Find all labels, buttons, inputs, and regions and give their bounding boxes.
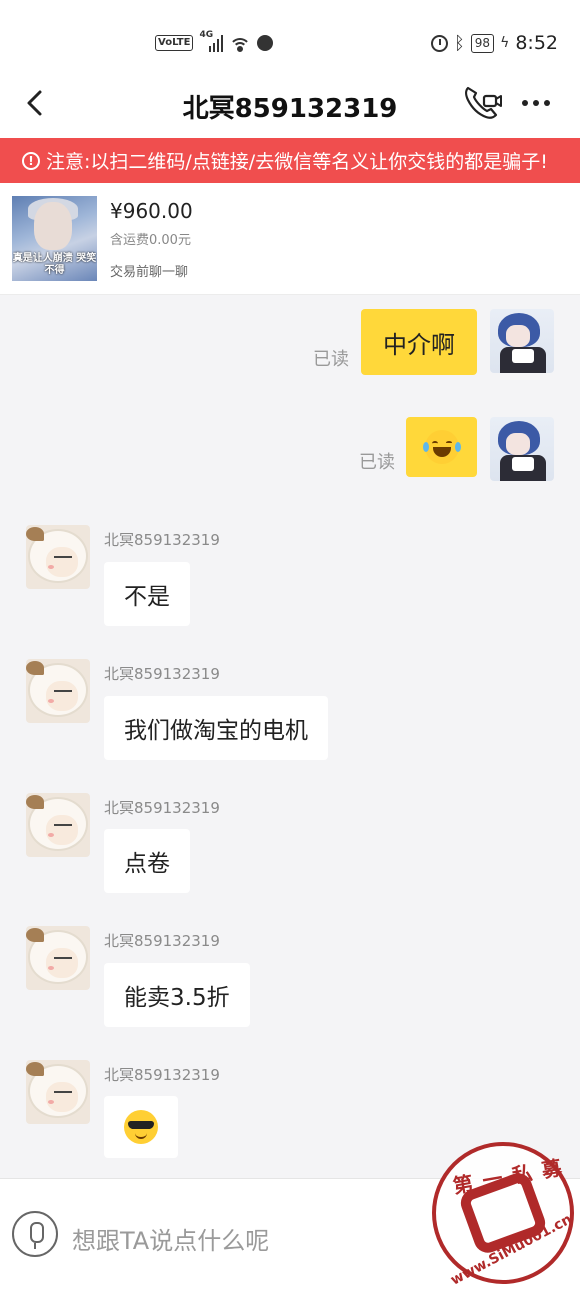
laughing-tears-emoji-icon	[422, 430, 461, 464]
volte-icon: VoLTE	[155, 35, 194, 51]
more-dot-icon	[533, 100, 539, 106]
product-image[interactable]: 真是让人崩溃 哭笑不得	[12, 196, 97, 281]
sender-name: 北冥859132319	[104, 932, 220, 950]
phone-video-icon	[465, 86, 502, 119]
title-bar: 北冥859132319	[0, 74, 580, 138]
sender-name: 北冥859132319	[104, 665, 220, 683]
sender-avatar[interactable]	[26, 525, 90, 589]
more-dot-icon	[522, 100, 528, 106]
message-bubble[interactable]: 我们做淘宝的电机	[104, 696, 328, 760]
product-card[interactable]: 真是让人崩溃 哭笑不得 ¥960.00 含运费0.00元 交易前聊一聊	[0, 183, 580, 295]
bluetooth-icon: ᛒ	[453, 32, 465, 54]
message-bubble[interactable]: 中介啊	[361, 309, 477, 375]
status-left: VoLTE 4G	[155, 30, 274, 56]
product-price: ¥960.00	[110, 199, 193, 223]
wifi-icon	[229, 34, 252, 52]
read-receipt: 已读	[359, 452, 395, 473]
chat-hint: 交易前聊一聊	[110, 265, 189, 280]
signal-icon: 4G	[199, 30, 224, 52]
sender-name: 北冥859132319	[104, 799, 220, 817]
globe-icon	[257, 35, 274, 51]
charging-icon: ϟ	[500, 35, 510, 51]
call-button[interactable]	[462, 82, 502, 122]
sunglasses-emoji-icon	[124, 1110, 158, 1144]
scam-warning-banner: ! 注意:以扫二维码/点链接/去微信等名义让你交钱的都是骗子!	[0, 138, 580, 183]
more-dot-icon	[544, 100, 550, 106]
microphone-icon[interactable]	[12, 1211, 58, 1257]
my-avatar[interactable]	[490, 309, 554, 373]
my-avatar[interactable]	[490, 417, 554, 481]
sender-avatar[interactable]	[26, 926, 90, 990]
message-bubble[interactable]: 能卖3.5折	[104, 963, 250, 1027]
message-bubble[interactable]	[104, 1096, 178, 1158]
status-bar: VoLTE 4G ᛒ 98 ϟ 8:52	[0, 0, 580, 74]
network-type-label: 4G	[199, 30, 214, 40]
message-bubble[interactable]: 不是	[104, 562, 190, 626]
message-input[interactable]: 想跟TA说点什么呢	[72, 1221, 269, 1256]
exclamation-icon: !	[22, 151, 40, 170]
read-receipt: 已读	[313, 349, 349, 370]
battery-icon: 98	[470, 33, 495, 53]
sender-name: 北冥859132319	[104, 531, 220, 549]
product-image-caption: 真是让人崩溃 哭笑不得	[12, 253, 97, 276]
sender-avatar[interactable]	[26, 793, 90, 857]
watermark-logo: 第一私募 www.SiMu001.cn	[432, 1142, 575, 1289]
more-button[interactable]	[522, 100, 550, 106]
status-right: ᛒ 98 ϟ 8:52	[430, 30, 558, 56]
sender-avatar[interactable]	[26, 659, 90, 723]
shipping-fee: 含运费0.00元	[110, 233, 191, 248]
alarm-icon	[430, 34, 448, 52]
sender-name: 北冥859132319	[104, 1066, 220, 1084]
message-bubble[interactable]	[406, 417, 477, 477]
sender-avatar[interactable]	[26, 1060, 90, 1124]
clock: 8:52	[515, 32, 558, 54]
message-bubble[interactable]: 点卷	[104, 829, 190, 893]
warning-text: 注意:以扫二维码/点链接/去微信等名义让你交钱的都是骗子!	[46, 151, 548, 173]
